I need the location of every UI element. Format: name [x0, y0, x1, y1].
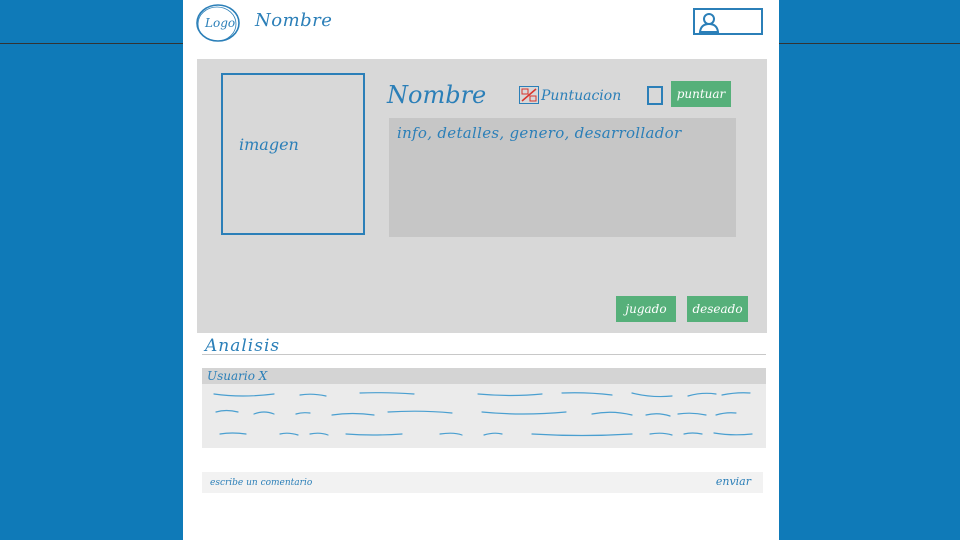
top-bar: Logo Nombre — [183, 0, 779, 43]
image-label: imagen — [239, 135, 299, 154]
analysis-divider — [202, 354, 766, 355]
comment-header: Usuario X — [202, 368, 766, 384]
game-detail-panel: imagen Nombre Puntuacion puntuar info, d… — [197, 59, 767, 333]
comment-form: enviar — [202, 472, 763, 493]
comment-body-text — [213, 392, 753, 437]
comment-card: Usuario X — [202, 368, 766, 448]
game-info-text: info, detalles, genero, desarrollador — [397, 124, 682, 142]
played-button[interactable]: jugado — [616, 296, 676, 322]
game-info-box: info, detalles, genero, desarrollador — [389, 118, 736, 237]
user-icon — [698, 13, 720, 33]
wished-button[interactable]: deseado — [687, 296, 748, 322]
logo[interactable]: Logo — [195, 3, 241, 43]
analysis-heading: Analisis — [205, 336, 281, 356]
comment-input[interactable] — [202, 472, 692, 493]
rate-button[interactable]: puntuar — [671, 81, 731, 107]
score-label: Puntuacion — [541, 88, 622, 104]
rate-checkbox[interactable] — [647, 86, 663, 105]
logo-text: Logo — [204, 16, 235, 30]
user-account-button[interactable] — [693, 8, 763, 35]
score-badge-icon — [519, 86, 539, 104]
game-image-placeholder: imagen — [221, 73, 365, 235]
comment-username[interactable]: Usuario X — [207, 369, 267, 383]
site-name: Nombre — [255, 10, 333, 31]
send-comment-button[interactable]: enviar — [716, 475, 751, 488]
page-container: Logo Nombre imagen Nombre Puntuacion pun… — [183, 0, 779, 540]
game-title: Nombre — [387, 81, 487, 109]
